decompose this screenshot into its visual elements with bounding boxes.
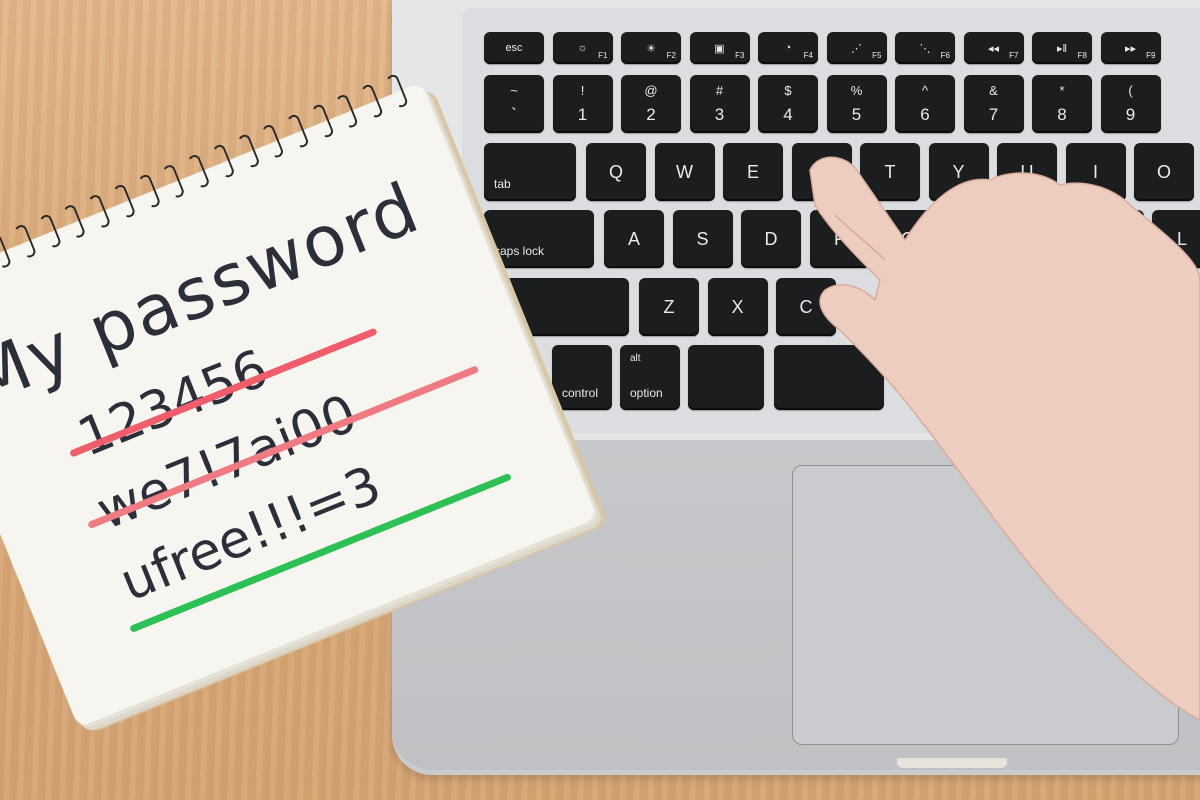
hand-shape: [809, 156, 1200, 721]
hand: [809, 156, 1200, 721]
